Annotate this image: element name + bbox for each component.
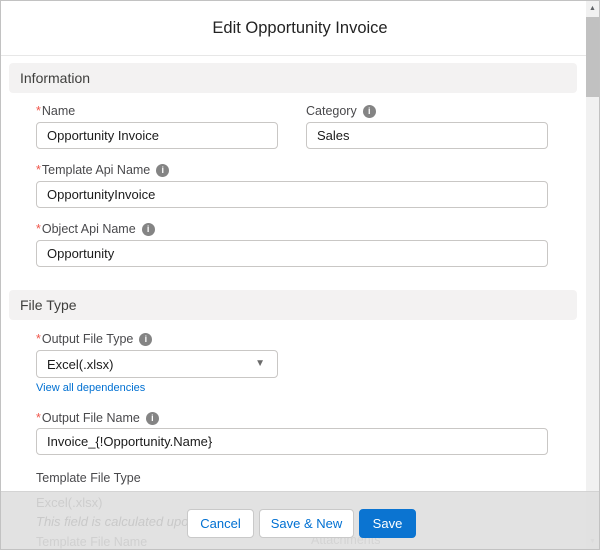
output-file-name-input[interactable]: [36, 428, 548, 455]
template-api-name-info-icon[interactable]: i: [156, 163, 170, 177]
modal-footer: Excel(.xlsx) This field is calculated up…: [1, 491, 599, 549]
required-asterisk: *: [36, 163, 41, 177]
section-information: Information: [9, 63, 577, 93]
section-file-type: File Type: [9, 290, 577, 320]
required-asterisk: *: [36, 104, 41, 118]
modal-title: Edit Opportunity Invoice: [212, 18, 388, 37]
scrollbar-up-arrow-icon[interactable]: ▲: [586, 1, 599, 16]
output-file-type-info-icon[interactable]: i: [139, 332, 153, 346]
modal-header: Edit Opportunity Invoice: [1, 1, 599, 56]
section-file-type-title: File Type: [20, 297, 77, 313]
output-file-name-info-icon[interactable]: i: [145, 411, 159, 425]
section-information-title: Information: [20, 70, 91, 86]
obscured-template-file-type-value: Excel(.xlsx): [36, 495, 103, 510]
output-file-type-combobox[interactable]: Excel(.xlsx) ▼: [36, 350, 278, 378]
obscured-template-file-name-label: Template File Name: [36, 535, 148, 549]
object-api-name-input[interactable]: [36, 240, 548, 267]
output-file-name-label: *Output File Name i: [36, 411, 159, 425]
template-api-name-label: *Template Api Name i: [36, 163, 170, 177]
save-button[interactable]: Save: [359, 509, 416, 538]
name-label: *Name: [36, 104, 76, 118]
template-file-type-label: Template File Type: [36, 471, 141, 485]
name-input[interactable]: [36, 122, 278, 149]
category-label: Category i: [306, 104, 376, 118]
scrollbar-thumb[interactable]: [586, 17, 599, 97]
save-and-new-button[interactable]: Save & New: [259, 509, 354, 538]
view-all-dependencies-link[interactable]: View all dependencies: [36, 382, 145, 394]
chevron-down-icon: ▼: [255, 358, 265, 369]
category-input[interactable]: [306, 122, 548, 149]
object-api-name-info-icon[interactable]: i: [141, 222, 155, 236]
category-info-icon[interactable]: i: [362, 104, 376, 118]
required-asterisk: *: [36, 332, 41, 346]
template-api-name-input[interactable]: [36, 181, 548, 208]
required-asterisk: *: [36, 222, 41, 236]
object-api-name-label: *Object Api Name i: [36, 222, 155, 236]
required-asterisk: *: [36, 411, 41, 425]
output-file-type-label: *Output File Type i: [36, 332, 153, 346]
edit-opportunity-invoice-modal: Edit Opportunity Invoice Information *Na…: [0, 0, 600, 550]
output-file-type-value: Excel(.xlsx): [47, 356, 114, 372]
scrollbar[interactable]: ▲ ▼: [586, 1, 599, 549]
cancel-button[interactable]: Cancel: [187, 509, 254, 538]
